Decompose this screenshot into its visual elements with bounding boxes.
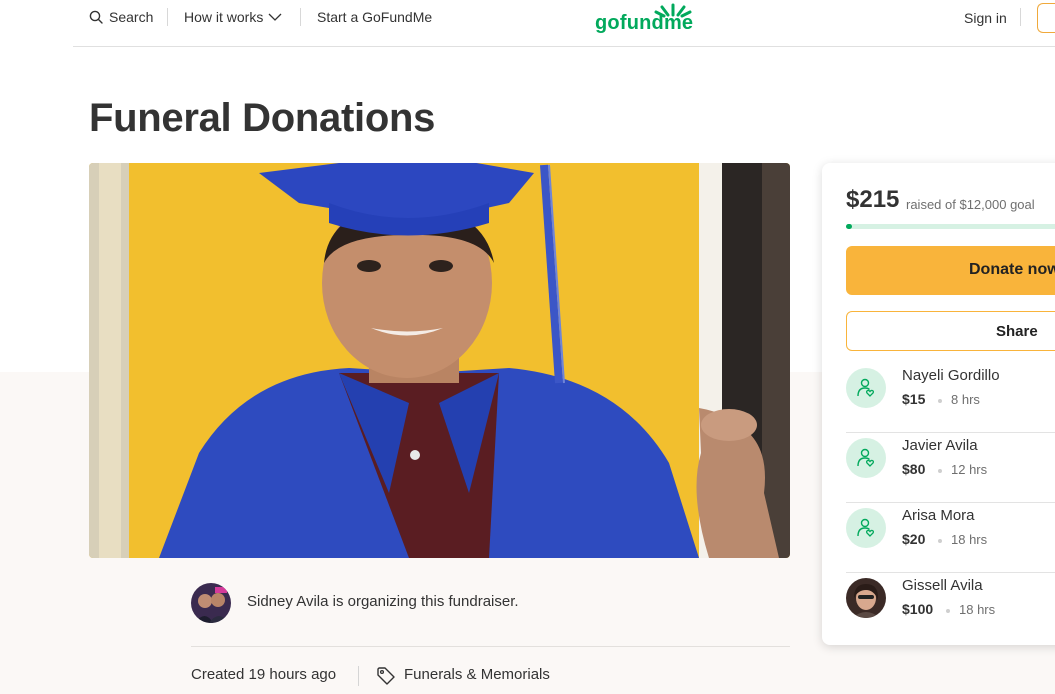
separator-dot: [938, 469, 942, 473]
organizer-text: Sidney Avila is organizing this fundrais…: [247, 593, 519, 610]
meta-divider: [358, 666, 359, 686]
start-gofundme-link[interactable]: Start a GoFundMe: [317, 9, 432, 25]
donor-heart-icon: [857, 448, 875, 467]
nav-divider: [167, 8, 168, 26]
donor-time: 8 hrs: [951, 392, 980, 407]
donor-amount: $20: [902, 531, 926, 547]
donor-avatar-photo: [846, 578, 886, 618]
logo-text: gofundme: [595, 12, 694, 34]
chevron-down-icon: [268, 13, 282, 21]
donor-time: 12 hrs: [951, 462, 988, 477]
donor-heart-icon: [857, 518, 875, 537]
created-time: Created 19 hours ago: [191, 666, 337, 683]
donor-time: 18 hrs: [959, 602, 996, 617]
search-icon: [89, 10, 103, 24]
donor-name: Javier Avila: [902, 437, 978, 454]
donation-card: $215 raised of $12,000 goal Donate now S…: [822, 163, 1055, 645]
donor-name: Arisa Mora: [902, 507, 975, 524]
nav-divider: [1020, 8, 1021, 26]
donor-avatar: [846, 508, 886, 548]
header-start-button[interactable]: [1037, 3, 1055, 33]
category-link[interactable]: Funerals & Memorials: [404, 666, 550, 683]
donor-item: Arisa Mora $20 18 hrs: [846, 503, 1055, 573]
top-nav: Search How it works Start a GoFundMe gof…: [73, 0, 1055, 47]
donor-item: Nayeli Gordillo $15 8 hrs: [846, 363, 1055, 433]
donor-item: Javier Avila $80 12 hrs: [846, 433, 1055, 503]
search-label: Search: [109, 9, 154, 25]
page: Search How it works Start a GoFundMe gof…: [0, 0, 1055, 694]
donor-amount: $15: [902, 391, 926, 407]
how-it-works-label: How it works: [184, 9, 264, 25]
donor-time: 18 hrs: [951, 532, 988, 547]
donor-heart-icon: [857, 378, 875, 397]
organizer-avatar[interactable]: [191, 583, 231, 623]
raised-goal-text: raised of $12,000 goal: [906, 197, 1035, 212]
separator-dot: [946, 609, 950, 613]
share-button[interactable]: Share: [846, 311, 1055, 351]
donor-avatar: [846, 438, 886, 478]
progress-bar: [846, 224, 1055, 229]
how-it-works-menu[interactable]: How it works: [184, 9, 282, 25]
donor-name: Gissell Avila: [902, 577, 983, 594]
gofundme-logo[interactable]: gofundme: [595, 2, 705, 38]
progress-bar-fill: [846, 224, 852, 229]
donor-item: Gissell Avila $100 18 hrs: [846, 573, 1055, 643]
donor-amount: $80: [902, 461, 926, 477]
donate-now-button[interactable]: Donate now: [846, 246, 1055, 295]
donor-amount: $100: [902, 601, 934, 617]
sign-in-link[interactable]: Sign in: [964, 10, 1007, 26]
nav-divider: [300, 8, 301, 26]
page-title: Funeral Donations: [89, 96, 436, 140]
donor-avatar: [846, 368, 886, 408]
donor-name: Nayeli Gordillo: [902, 367, 1000, 384]
separator-dot: [938, 399, 942, 403]
campaign-photo: [89, 163, 790, 558]
raised-amount: $215: [846, 186, 900, 213]
search-link[interactable]: Search: [89, 9, 153, 25]
section-divider: [191, 646, 790, 647]
separator-dot: [938, 539, 942, 543]
tag-icon: [377, 667, 395, 685]
start-label: Start a GoFundMe: [317, 9, 433, 25]
